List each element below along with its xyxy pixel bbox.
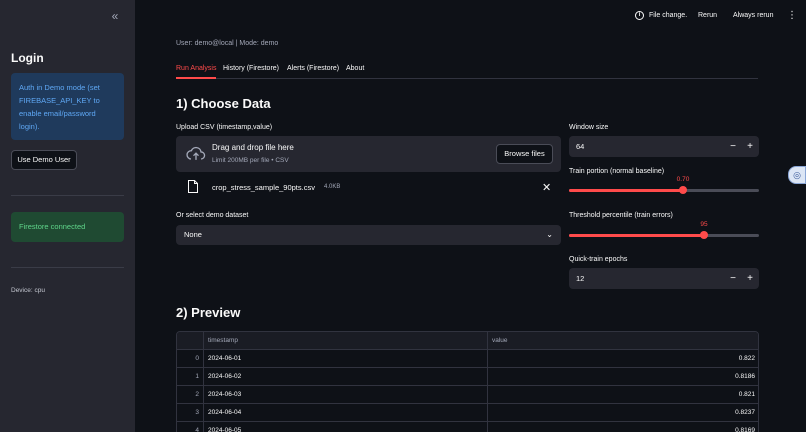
tab-run-analysis[interactable]: Run Analysis [176, 65, 217, 79]
firestore-status-box: Firestore connected [11, 212, 124, 242]
always-rerun-button[interactable]: Always rerun [733, 11, 773, 21]
threshold-label: Threshold percentile (train errors) [569, 212, 673, 219]
table-row: 3 2024-06-04 0.8237 [177, 404, 758, 422]
uploaded-file-name: crop_stress_sample_90pts.csv [212, 183, 315, 192]
sidebar-divider [11, 267, 124, 268]
file-change-label: File change. [649, 12, 688, 19]
auth-info-box: Auth in Demo mode (set FIREBASE_API_KEY … [11, 73, 124, 140]
row-timestamp: 2024-06-01 [204, 350, 488, 368]
chevron-down-icon: ⌄ [546, 230, 553, 239]
window-size-label: Window size [569, 124, 609, 131]
window-size-input[interactable]: 64 − + [569, 136, 759, 157]
train-portion-label: Train portion (normal baseline) [569, 168, 665, 175]
table-row: 0 2024-06-01 0.822 [177, 350, 758, 368]
window-size-value: 64 [576, 142, 585, 151]
row-index: 4 [177, 422, 204, 432]
dropzone-subtitle: Limit 200MB per file • CSV [212, 157, 289, 164]
row-index: 0 [177, 350, 204, 368]
rerun-button[interactable]: Rerun [698, 11, 717, 21]
file-icon [188, 180, 198, 193]
header-index [177, 332, 204, 350]
decrement-icon[interactable]: − [725, 136, 741, 157]
epochs-input[interactable]: 12 − + [569, 268, 759, 289]
row-value: 0.8169 [735, 427, 755, 432]
table-row: 1 2024-06-02 0.8186 [177, 368, 758, 386]
upload-label: Upload CSV (timestamp,value) [176, 124, 273, 131]
uploaded-file-row: crop_stress_sample_90pts.csv 4.0KB ✕ [176, 180, 561, 196]
table-row: 4 2024-06-05 0.8169 [177, 422, 758, 432]
user-mode-line: User: demo@local | Mode: demo [176, 40, 279, 47]
slider-thumb[interactable] [700, 231, 708, 239]
row-value: 0.821 [738, 391, 755, 398]
threshold-slider[interactable]: 95 [569, 221, 759, 242]
sidebar-divider [11, 195, 124, 196]
row-index: 2 [177, 386, 204, 404]
slider-fill [569, 189, 683, 192]
table-header-row: timestamp value [177, 332, 758, 350]
browse-files-button[interactable]: Browse files [496, 144, 553, 164]
row-timestamp: 2024-06-03 [204, 386, 488, 404]
device-label: Device: cpu [11, 287, 45, 294]
increment-icon[interactable]: + [742, 136, 758, 157]
train-portion-value: 0.70 [676, 176, 690, 183]
login-title: Login [11, 51, 44, 65]
epochs-label: Quick-train epochs [569, 256, 628, 263]
section-preview-title: 2) Preview [176, 305, 241, 320]
header-timestamp: timestamp [204, 332, 488, 350]
row-index: 3 [177, 404, 204, 422]
table-row: 2 2024-06-03 0.821 [177, 386, 758, 404]
remove-file-icon[interactable]: ✕ [542, 181, 551, 194]
tab-history[interactable]: History (Firestore) [223, 65, 279, 79]
demo-dataset-select[interactable]: None ⌄ [176, 225, 561, 245]
double-chevron-left-icon[interactable]: « [108, 9, 122, 23]
row-timestamp: 2024-06-02 [204, 368, 488, 386]
use-demo-user-button[interactable]: Use Demo User [11, 150, 77, 170]
section-choose-data-title: 1) Choose Data [176, 96, 271, 111]
main-menu-icon[interactable]: ⋮ [787, 9, 797, 23]
row-index: 1 [177, 368, 204, 386]
tab-bar: Run Analysis History (Firestore) Alerts … [176, 62, 758, 79]
file-dropzone[interactable]: Drag and drop file here Limit 200MB per … [176, 136, 561, 172]
decrement-icon[interactable]: − [725, 268, 741, 289]
row-timestamp: 2024-06-04 [204, 404, 488, 422]
demo-dataset-value: None [184, 230, 202, 239]
tab-about[interactable]: About [346, 65, 364, 79]
dropzone-title: Drag and drop file here [212, 143, 294, 152]
header-value: value [492, 337, 508, 344]
slider-fill [569, 234, 704, 237]
demo-dataset-label: Or select demo dataset [176, 212, 249, 219]
row-value: 0.822 [738, 355, 755, 362]
train-portion-slider[interactable]: 0.70 [569, 176, 759, 197]
slider-thumb[interactable] [679, 186, 687, 194]
row-value: 0.8237 [735, 409, 755, 416]
cloud-upload-icon [186, 146, 206, 160]
row-timestamp: 2024-06-05 [204, 422, 488, 432]
threshold-value: 95 [700, 221, 708, 228]
uploaded-file-size: 4.0KB [324, 184, 341, 190]
preview-table: timestamp value 0 2024-06-01 0.822 1 202… [176, 331, 759, 432]
assistant-widget-icon[interactable]: ◎ [788, 166, 806, 184]
epochs-value: 12 [576, 274, 585, 283]
increment-icon[interactable]: + [742, 268, 758, 289]
row-value: 0.8186 [735, 373, 755, 380]
tab-alerts[interactable]: Alerts (Firestore) [287, 65, 339, 79]
sidebar: « Login Auth in Demo mode (set FIREBASE_… [0, 0, 135, 432]
info-icon: i [635, 11, 644, 20]
